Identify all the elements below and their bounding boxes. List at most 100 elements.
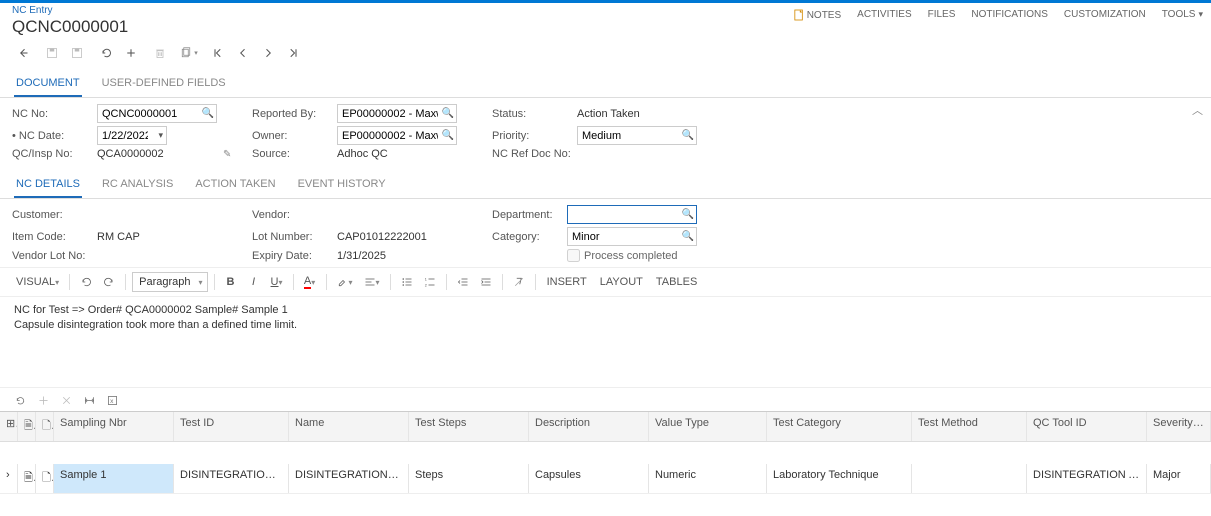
tools-link[interactable]: TOOLS xyxy=(1162,9,1203,20)
tab-document[interactable]: DOCUMENT xyxy=(14,72,82,97)
category-input[interactable] xyxy=(567,227,697,246)
col-notes[interactable]: 🗎 xyxy=(18,412,36,441)
paragraph-select[interactable]: Paragraph xyxy=(132,272,207,292)
pencil-icon[interactable]: ✎ xyxy=(223,149,231,160)
visual-button[interactable]: VISUAL xyxy=(12,272,63,292)
notes-icon xyxy=(794,9,804,21)
tab-nc-details[interactable]: NC DETAILS xyxy=(14,173,82,198)
department-label: Department: xyxy=(492,209,567,221)
department-input[interactable] xyxy=(567,205,697,224)
col-tmethod[interactable]: Test Method xyxy=(912,412,1027,441)
qc-insp-label: QC/Insp No: xyxy=(12,148,97,160)
grid-row[interactable]: › 🗎 🗋 Sample 1 DISINTEGRATION TEST DISIN… xyxy=(0,464,1211,494)
font-color-button[interactable]: A xyxy=(300,272,320,292)
vendor-label: Vendor: xyxy=(252,209,337,221)
col-desc[interactable]: Description xyxy=(529,412,649,441)
col-steps[interactable]: Test Steps xyxy=(409,412,529,441)
undo-button[interactable] xyxy=(95,43,117,63)
outdent-button[interactable] xyxy=(453,272,473,292)
col-qctool[interactable]: QC Tool ID xyxy=(1027,412,1147,441)
tables-button[interactable]: TABLES xyxy=(651,276,702,288)
bullet-list-button[interactable] xyxy=(397,272,417,292)
copy-button[interactable] xyxy=(178,43,200,63)
back-button[interactable] xyxy=(12,43,34,63)
nc-no-input[interactable] xyxy=(97,104,217,123)
cell-sampling: Sample 1 xyxy=(54,464,174,493)
last-button[interactable] xyxy=(282,43,304,63)
cell-qctool: DISINTEGRATION APPRA xyxy=(1027,464,1147,493)
delete-button[interactable] xyxy=(149,43,171,63)
page-title: QCNC0000001 xyxy=(12,17,128,37)
row-notes[interactable]: 🗎 xyxy=(18,464,36,493)
col-severity[interactable]: Severity Level xyxy=(1147,412,1211,441)
col-sampling[interactable]: Sampling Nbr xyxy=(54,412,174,441)
customization-link[interactable]: CUSTOMIZATION xyxy=(1064,9,1146,20)
collapse-icon[interactable]: ︿ xyxy=(1192,102,1203,118)
process-completed-label: Process completed xyxy=(584,250,678,262)
align-button[interactable] xyxy=(360,272,384,292)
editor-line: Capsule disintegration took more than a … xyxy=(14,318,1197,333)
tab-udf[interactable]: USER-DEFINED FIELDS xyxy=(100,72,228,97)
status-value: Action Taken xyxy=(577,108,697,120)
owner-input[interactable] xyxy=(337,126,457,145)
editor-body[interactable]: NC for Test => Order# QCA0000002 Sample#… xyxy=(0,297,1211,387)
fit-columns-button[interactable] xyxy=(83,394,96,407)
notes-link[interactable]: NOTES xyxy=(794,9,841,21)
cell-name: DISINTEGRATION_TEST xyxy=(289,464,409,493)
col-name[interactable]: Name xyxy=(289,412,409,441)
layout-button[interactable]: LAYOUT xyxy=(595,276,648,288)
activities-link[interactable]: ACTIVITIES xyxy=(857,9,911,20)
col-files[interactable]: 🗋 xyxy=(36,412,54,441)
tab-event-history[interactable]: EVENT HISTORY xyxy=(296,173,388,198)
nc-date-input[interactable] xyxy=(97,126,167,145)
col-tcat[interactable]: Test Category xyxy=(767,412,912,441)
prev-button[interactable] xyxy=(232,43,254,63)
tab-rc-analysis[interactable]: RC ANALYSIS xyxy=(100,173,175,198)
notifications-link[interactable]: NOTIFICATIONS xyxy=(971,9,1047,20)
tab-action-taken[interactable]: ACTION TAKEN xyxy=(193,173,277,198)
reported-by-input[interactable] xyxy=(337,104,457,123)
chevron-down-icon: ▾ xyxy=(158,130,163,141)
insert-button[interactable]: INSERT xyxy=(542,276,592,288)
files-link[interactable]: FILES xyxy=(928,9,956,20)
item-code-value: RM CAP xyxy=(97,231,217,243)
add-button[interactable] xyxy=(120,43,142,63)
redo-editor-button[interactable] xyxy=(99,272,119,292)
first-button[interactable] xyxy=(207,43,229,63)
editor-toolbar: VISUAL Paragraph B I U A 12 INSERT LAYOU… xyxy=(0,267,1211,297)
export-button[interactable]: x xyxy=(106,394,119,407)
refresh-button[interactable] xyxy=(14,394,27,407)
underline-button[interactable]: U xyxy=(267,272,287,292)
svg-text:x: x xyxy=(110,398,114,405)
vendor-lot-label: Vendor Lot No: xyxy=(12,250,97,262)
expiry-label: Expiry Date: xyxy=(252,250,337,262)
highlight-button[interactable] xyxy=(333,272,357,292)
grid-add-button[interactable] xyxy=(37,394,50,407)
save-close-button[interactable] xyxy=(66,43,88,63)
clear-format-button[interactable] xyxy=(509,272,529,292)
bold-button[interactable]: B xyxy=(221,272,241,292)
reported-by-label: Reported By: xyxy=(252,108,337,120)
next-button[interactable] xyxy=(257,43,279,63)
italic-button[interactable]: I xyxy=(244,272,264,292)
lot-number-label: Lot Number: xyxy=(252,231,337,243)
breadcrumb[interactable]: NC Entry xyxy=(12,5,128,16)
col-expand[interactable]: ⊞ xyxy=(0,412,18,441)
grid-delete-button[interactable] xyxy=(60,394,73,407)
save-button[interactable] xyxy=(41,43,63,63)
col-testid[interactable]: Test ID xyxy=(174,412,289,441)
col-vtype[interactable]: Value Type xyxy=(649,412,767,441)
row-expand[interactable]: › xyxy=(0,464,18,493)
priority-label: Priority: xyxy=(492,130,577,142)
cell-desc: Capsules xyxy=(529,464,649,493)
indent-button[interactable] xyxy=(476,272,496,292)
expiry-value: 1/31/2025 xyxy=(337,250,457,262)
cell-severity: Major xyxy=(1147,464,1211,493)
undo-editor-button[interactable] xyxy=(76,272,96,292)
notes-label: NOTES xyxy=(807,10,841,21)
number-list-button[interactable]: 12 xyxy=(420,272,440,292)
process-completed-checkbox[interactable] xyxy=(567,249,580,262)
row-files[interactable]: 🗋 xyxy=(36,464,54,493)
cell-vtype: Numeric xyxy=(649,464,767,493)
priority-input[interactable] xyxy=(577,126,697,145)
